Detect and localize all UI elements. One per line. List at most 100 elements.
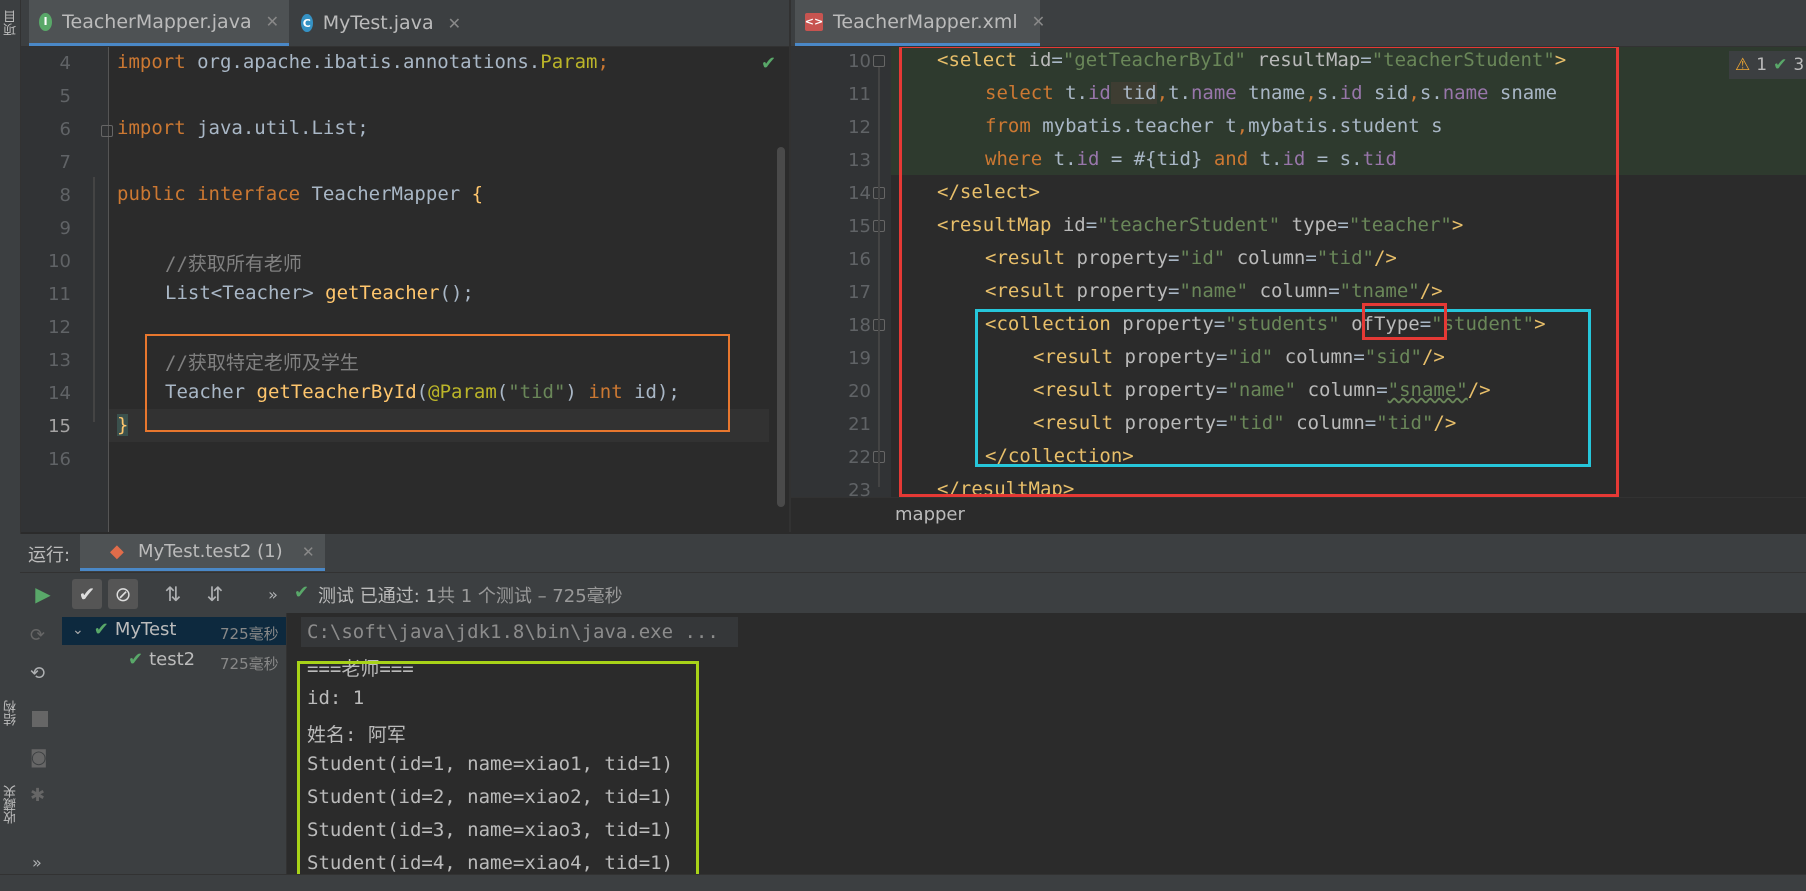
run-toolbar: ▶ ✔ ⊘ ⇅ ⇵ » ✔ 测试 已通过: 1共 1 个测试 – 725毫秒 <box>20 573 1806 613</box>
tab-label: TeacherMapper.xml <box>833 10 1018 33</box>
analysis-ok-icon[interactable]: ✔ <box>761 53 776 74</box>
code-line-18: <collection property="students" ofType="… <box>985 313 1546 335</box>
breadcrumb[interactable]: mapper <box>895 504 965 525</box>
line-number: 13 <box>48 350 71 371</box>
run-label: 运行: <box>28 545 71 566</box>
line-number: 6 <box>59 119 71 140</box>
more-icon[interactable]: » <box>32 853 42 872</box>
code-line-15: <resultMap id="teacherStudent" type="tea… <box>937 214 1464 236</box>
code-line-14: Teacher getTeacherById(@Param("tid") int… <box>165 381 680 403</box>
console-line: Student(id=4, name=xiao4, tid=1) <box>307 852 674 874</box>
structure-tool-label[interactable]: 结构 <box>2 700 21 726</box>
code-line-20: <result property="name" column="sname"/> <box>1033 379 1491 401</box>
console-line: ===老师=== <box>307 658 414 680</box>
code-line-14: </select> <box>937 181 1040 203</box>
left-editor-tabbar: I TeacherMapper.java ✕ C MyTest.java ✕ <box>21 0 789 47</box>
test-case-row[interactable]: ✔ test2 <box>128 649 195 670</box>
xml-file-icon: <> <box>805 12 823 31</box>
console-line: Student(id=3, name=xiao3, tid=1) <box>307 819 674 841</box>
line-number: 23 <box>848 480 871 497</box>
tab-teachermapper-xml[interactable]: <> TeacherMapper.xml ✕ <box>795 0 1045 46</box>
gutter-divider <box>108 47 109 532</box>
line-number: 16 <box>848 249 871 270</box>
line-number: 9 <box>59 218 71 239</box>
code-line-19: <result property="id" column="sid"/> <box>1033 346 1445 368</box>
line-number: 14 <box>48 383 71 404</box>
rerun-icon[interactable]: ▶ <box>28 579 58 609</box>
run-config-tab[interactable]: ◆ MyTest.test2 (1) ✕ <box>80 534 325 571</box>
suite-label: MyTest <box>114 619 177 640</box>
project-tool-label[interactable]: 项目 <box>2 10 21 36</box>
test-status-text: 测试 已通过: 1共 1 个测试 – 725毫秒 <box>318 586 623 607</box>
code-line-4: import org.apache.ibatis.annotations.Par… <box>117 51 609 73</box>
line-number: 11 <box>848 84 871 105</box>
right-editor-tabbar: <> TeacherMapper.xml ✕ <box>791 0 1806 47</box>
code-line-13: where t.id = #{tid} and t.id = s.tid <box>985 148 1397 170</box>
passed-count: 3 <box>1793 55 1805 75</box>
sort-alpha-icon[interactable]: ⇅ <box>158 579 188 609</box>
passed-check-icon: ✔ <box>128 649 144 670</box>
left-code-editor[interactable]: 4 5 6 7 8 9 10 11 12 13 14 15 16 import … <box>21 47 789 532</box>
left-tool-strip: 项目 结构 收藏夹 <box>0 0 21 890</box>
console-output[interactable]: C:\soft\java\jdk1.8\bin\java.exe ... ===… <box>287 613 1806 890</box>
code-line-23: </resultMap> <box>937 478 1075 497</box>
toggle-autotest-icon[interactable]: ⟲ <box>30 663 45 684</box>
chevron-down-icon[interactable]: ⌄ <box>72 622 84 638</box>
line-number: 17 <box>848 282 871 303</box>
code-line-11: select t.id tid,t.name tname,s.id sid,s.… <box>985 82 1558 104</box>
line-number: 13 <box>848 150 871 171</box>
test-suite-row[interactable]: ⌄ ✔ MyTest <box>72 619 176 640</box>
line-number: 22 <box>848 447 871 468</box>
line-number: 11 <box>48 284 71 305</box>
console-line: 姓名: 阿军 <box>307 724 406 746</box>
code-line-22: </collection> <box>985 445 1134 467</box>
tab-label: TeacherMapper.java <box>62 10 252 33</box>
status-bar <box>0 874 1806 891</box>
code-line-17: <result property="name" column="tname"/> <box>985 280 1443 302</box>
line-number: 10 <box>48 251 71 272</box>
tab-mytest-java[interactable]: C MyTest.java ✕ <box>291 0 471 46</box>
console-line: id: 1 <box>307 687 365 709</box>
tab-teachermapper-java[interactable]: I TeacherMapper.java ✕ <box>29 0 289 46</box>
vertical-scrollbar[interactable] <box>777 147 785 507</box>
console-line: C:\soft\java\jdk1.8\bin\java.exe ... <box>307 621 719 643</box>
camera-icon[interactable]: ◙ <box>30 747 47 768</box>
inspection-widget[interactable]: ⚠ 1 ✔ 3 <box>1729 51 1806 79</box>
tab-label: MyTest.java <box>322 12 434 34</box>
line-number: 19 <box>848 348 871 369</box>
sort-duration-icon[interactable]: ⇵ <box>200 579 230 609</box>
run-panel-header: 运行: ◆ MyTest.test2 (1) ✕ <box>20 534 1806 573</box>
test-time: 725毫秒 <box>220 655 279 673</box>
code-line-16: <result property="id" column="tid"/> <box>985 247 1397 269</box>
show-ignored-toggle[interactable]: ⊘ <box>108 579 138 609</box>
line-number: 15 <box>48 416 71 437</box>
line-number: 18 <box>848 315 871 336</box>
favorites-tool-label[interactable]: 收藏夹 <box>2 785 21 824</box>
line-number: 20 <box>848 381 871 402</box>
close-icon[interactable]: ✕ <box>302 543 315 561</box>
more-actions-icon[interactable]: » <box>258 579 288 609</box>
close-icon[interactable]: ✕ <box>266 12 279 31</box>
line-number: 5 <box>59 86 71 107</box>
warning-count: 1 <box>1756 55 1768 75</box>
line-number: 12 <box>848 117 871 138</box>
debug-icon[interactable]: ⟳ <box>30 625 45 646</box>
close-icon[interactable]: ✕ <box>448 14 461 33</box>
stop-icon[interactable] <box>32 711 48 727</box>
run-config-label: MyTest.test2 (1) <box>138 541 283 562</box>
close-icon[interactable]: ✕ <box>1032 12 1045 31</box>
fold-marker[interactable] <box>873 55 885 67</box>
console-line: Student(id=1, name=xiao1, tid=1) <box>307 753 674 775</box>
settings-icon[interactable]: ✱ <box>30 785 45 806</box>
fold-guide <box>93 177 95 422</box>
fold-marker[interactable] <box>101 125 113 137</box>
right-code-editor[interactable]: 10 11 12 13 14 15 16 17 18 19 20 21 22 2… <box>791 47 1806 497</box>
code-line-10: <select id="getTeacherById" resultMap="t… <box>937 49 1567 71</box>
line-number: 21 <box>848 414 871 435</box>
line-number: 10 <box>848 51 871 72</box>
line-number: 4 <box>59 53 71 74</box>
show-passed-toggle[interactable]: ✔ <box>72 579 102 609</box>
line-number: 12 <box>48 317 71 338</box>
code-line-12: from mybatis.teacher t,mybatis.student s <box>985 115 1443 137</box>
run-side-tools: ⟳ ⟲ ◙ ✱ » <box>20 613 62 890</box>
